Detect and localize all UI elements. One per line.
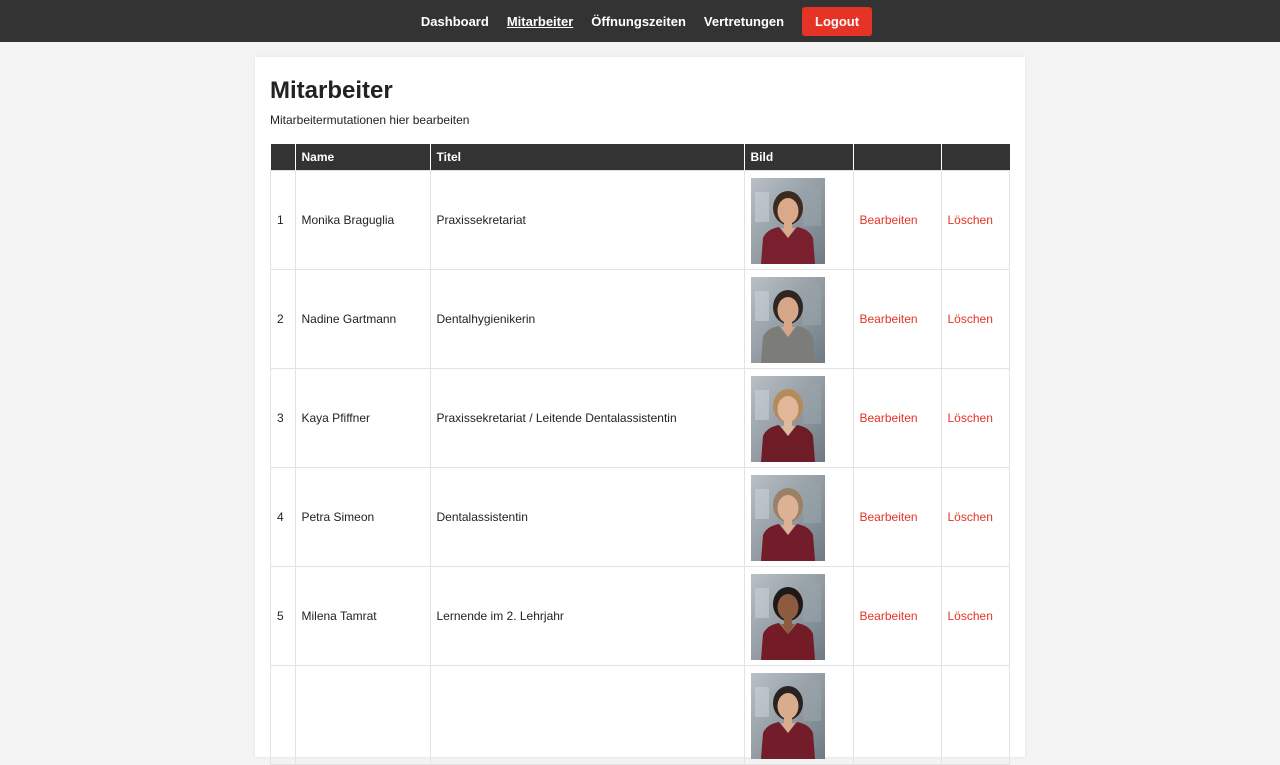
- delete-link[interactable]: Löschen: [948, 510, 993, 524]
- row-number: 1: [270, 170, 296, 270]
- edit-link[interactable]: Bearbeiten: [860, 411, 918, 425]
- edit-link-cell: Bearbeiten: [852, 368, 942, 468]
- row-number: 3: [270, 368, 296, 468]
- top-navbar: Dashboard Mitarbeiter Öffnungszeiten Ver…: [0, 0, 1280, 42]
- employee-name: Kaya Pfiffner: [294, 368, 431, 468]
- edit-link[interactable]: Bearbeiten: [860, 510, 918, 524]
- header-name: Name: [294, 144, 430, 171]
- logout-button[interactable]: Logout: [802, 6, 873, 36]
- employee-name: Petra Simeon: [294, 467, 431, 567]
- employee-name: [294, 665, 431, 765]
- employee-table: Name Titel Bild 1 Monika Braguglia Praxi…: [270, 144, 1010, 765]
- employee-photo-cell: [743, 566, 854, 666]
- main-nav: Dashboard Mitarbeiter Öffnungszeiten Ver…: [412, 6, 873, 36]
- row-number: 4: [270, 467, 296, 567]
- delete-link[interactable]: Löschen: [948, 312, 993, 326]
- page-title: Mitarbeiter: [270, 77, 393, 104]
- nav-dashboard[interactable]: Dashboard: [421, 14, 489, 29]
- employee-photo: [750, 276, 825, 363]
- employee-photo-cell: [743, 368, 854, 468]
- employee-title: Praxissekretariat: [429, 170, 745, 270]
- delete-link-cell: Löschen: [940, 170, 1010, 270]
- delete-link-cell: Löschen: [940, 269, 1010, 369]
- employee-title: Lernende im 2. Lehrjahr: [429, 566, 745, 666]
- table-row: 5 Milena Tamrat Lernende im 2. Lehrjahr: [270, 566, 1010, 666]
- edit-link-cell: Bearbeiten: [852, 170, 942, 270]
- page-subtitle: Mitarbeitermutationen hier bearbeiten: [270, 113, 470, 127]
- edit-link-cell: [852, 665, 942, 765]
- employee-title: [429, 665, 745, 765]
- edit-link-cell: Bearbeiten: [852, 269, 942, 369]
- employee-photo: [750, 573, 825, 660]
- employee-name: Nadine Gartmann: [294, 269, 431, 369]
- header-title: Titel: [429, 144, 744, 171]
- table-row: 2 Nadine Gartmann Dentalhygienikerin Bea…: [270, 269, 1010, 369]
- employee-title: Praxissekretariat / Leitende Dentalassis…: [429, 368, 745, 468]
- table-row: [270, 665, 1010, 765]
- delete-link[interactable]: Löschen: [948, 213, 993, 227]
- edit-link[interactable]: Bearbeiten: [860, 312, 918, 326]
- table-row: 3 Kaya Pfiffner Praxissekretariat / Leit…: [270, 368, 1010, 468]
- nav-oeffnungszeiten[interactable]: Öffnungszeiten: [591, 14, 686, 29]
- edit-link[interactable]: Bearbeiten: [860, 609, 918, 623]
- employee-photo: [750, 474, 825, 561]
- row-number: [270, 665, 296, 765]
- content-card: Mitarbeiter Mitarbeitermutationen hier b…: [255, 57, 1025, 765]
- row-number: 5: [270, 566, 296, 666]
- employee-photo-cell: [743, 467, 854, 567]
- employee-photo-cell: [743, 269, 854, 369]
- delete-link-cell: Löschen: [940, 467, 1010, 567]
- delete-link-cell: [940, 665, 1010, 765]
- delete-link-cell: Löschen: [940, 368, 1010, 468]
- nav-vertretungen[interactable]: Vertretungen: [704, 14, 784, 29]
- employee-name: Milena Tamrat: [294, 566, 431, 666]
- header-delete: [940, 144, 1010, 171]
- header-edit: [852, 144, 941, 171]
- employee-photo-cell: [743, 665, 854, 765]
- employee-title: Dentalassistentin: [429, 467, 745, 567]
- edit-link-cell: Bearbeiten: [852, 566, 942, 666]
- employee-photo-cell: [743, 170, 854, 270]
- employee-photo: [750, 672, 825, 759]
- employee-photo: [750, 177, 825, 264]
- delete-link-cell: Löschen: [940, 566, 1010, 666]
- edit-link-cell: Bearbeiten: [852, 467, 942, 567]
- employee-title: Dentalhygienikerin: [429, 269, 745, 369]
- row-number: 2: [270, 269, 296, 369]
- employee-name: Monika Braguglia: [294, 170, 431, 270]
- table-row: 4 Petra Simeon Dentalassistentin Bearbei…: [270, 467, 1010, 567]
- employee-photo: [750, 375, 825, 462]
- edit-link[interactable]: Bearbeiten: [860, 213, 918, 227]
- header-number: [270, 144, 295, 171]
- delete-link[interactable]: Löschen: [948, 411, 993, 425]
- table-header-row: Name Titel Bild: [270, 144, 1010, 171]
- nav-mitarbeiter[interactable]: Mitarbeiter: [507, 14, 573, 29]
- header-image: Bild: [743, 144, 853, 171]
- table-row: 1 Monika Braguglia Praxissekretariat Bea…: [270, 170, 1010, 270]
- delete-link[interactable]: Löschen: [948, 609, 993, 623]
